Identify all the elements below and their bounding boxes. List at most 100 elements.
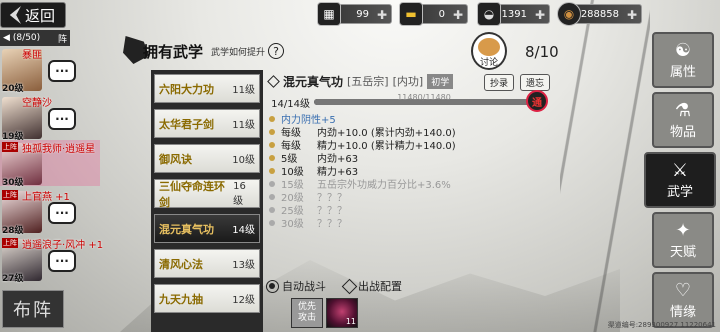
detail-actions: 抄录 遗忘 bbox=[483, 74, 550, 91]
channel-id: 渠道编号:289300927 11220641 bbox=[607, 321, 716, 329]
formation-label: 布阵 bbox=[13, 300, 53, 321]
skill-name: 三仙夺命连环剑 bbox=[159, 179, 225, 209]
list-item[interactable]: 三仙夺命连环剑 16级 bbox=[154, 179, 260, 209]
bullet-icon bbox=[269, 141, 275, 148]
bamboo-decoration bbox=[560, 0, 650, 332]
nav-item[interactable]: ⚗ 物品 bbox=[652, 92, 714, 148]
back-button[interactable]: 返回 bbox=[0, 2, 66, 28]
team-member[interactable]: 上阵 独孤我师·逍遥星 30级 bbox=[0, 140, 100, 188]
team-badge: 阵 bbox=[57, 34, 67, 45]
skill-slot[interactable]: 11 bbox=[326, 298, 358, 328]
skill-list[interactable]: 六阳大力功 11级 太华君子剑 11级 御风诀 10级 三仙夺命连环剑 16级 混元真气… bbox=[151, 70, 263, 332]
gold-bar-icon: ▬ bbox=[399, 2, 423, 26]
skill-name: 太华君子剑 bbox=[159, 117, 214, 131]
resource-value: 0 bbox=[438, 8, 445, 20]
copy-button[interactable]: 抄录 bbox=[483, 74, 514, 91]
formation-button[interactable]: 布阵 bbox=[2, 290, 64, 328]
discuss-label: 讨论 bbox=[479, 58, 498, 68]
bullet-icon bbox=[269, 219, 275, 226]
auto-battle-toggle[interactable]: 自动战斗 bbox=[266, 278, 326, 294]
martial-arts-panel: 拥有武学 武学如何提升 ? 讨论 8/10 六阳大力功 11级 太华君子剑 11级 … bbox=[123, 30, 570, 332]
attribute-label: 30级 bbox=[281, 219, 304, 230]
upgrade-hint[interactable]: 武学如何提升 bbox=[211, 45, 265, 58]
skill-level: 12级 bbox=[232, 295, 255, 306]
level-row: 14/14级 11480/11480 通 bbox=[266, 90, 560, 112]
skill-name: 九天九抽 bbox=[159, 292, 203, 306]
nav-martial-arts[interactable]: ⚔ 武学 bbox=[644, 152, 716, 208]
add-icon[interactable]: ✚ bbox=[627, 8, 637, 22]
member-level: 20级 bbox=[2, 84, 24, 94]
skill-type: [内功] bbox=[392, 75, 424, 88]
skill-grade: 初学 bbox=[427, 73, 454, 89]
skill-count: 8/10 bbox=[525, 43, 559, 61]
back-arrow-icon bbox=[9, 6, 21, 24]
team-header: ◀ (8/50) 阵 bbox=[0, 30, 70, 46]
team-member[interactable]: 空静沙 19级 ··· bbox=[0, 94, 100, 142]
diamond-icon bbox=[341, 278, 358, 294]
bullet-icon bbox=[269, 180, 275, 187]
nav-label: 属性 bbox=[669, 65, 696, 80]
battle-options: 自动战斗 出战配置 bbox=[266, 278, 402, 294]
skill-level: 14级 bbox=[232, 225, 255, 236]
list-item[interactable]: 御风诀 10级 bbox=[154, 144, 260, 173]
help-icon[interactable]: ? bbox=[268, 43, 285, 59]
exp-text: 11480/11480 bbox=[397, 93, 451, 102]
team-member[interactable]: 上阵 上官燕 +1 28级 ··· bbox=[0, 188, 100, 236]
skill-level: 10级 bbox=[232, 155, 255, 166]
member-name: 逍遥浪子·风冲 +1 bbox=[22, 240, 104, 251]
bullet-icon bbox=[269, 154, 275, 161]
skill-sect: [五岳宗] bbox=[347, 75, 389, 88]
list-item[interactable]: 清风心法 13级 bbox=[154, 249, 260, 278]
deployed-tag: 上阵 bbox=[2, 190, 18, 200]
nav-label: 武学 bbox=[666, 185, 693, 200]
radio-icon bbox=[266, 279, 279, 293]
forget-button[interactable]: 遗忘 bbox=[519, 74, 550, 91]
resource-ticket[interactable]: ▦ 99 ✚ bbox=[317, 2, 392, 26]
diamond-icon bbox=[267, 74, 280, 88]
chat-bubble-icon[interactable]: ··· bbox=[48, 202, 76, 224]
silver-ingot-icon: ◒ bbox=[477, 2, 501, 26]
chat-bubble-icon[interactable]: ··· bbox=[48, 60, 76, 82]
add-icon[interactable]: ✚ bbox=[377, 8, 387, 22]
team-member[interactable]: 暴匪 20级 ··· bbox=[0, 46, 100, 94]
list-item-selected[interactable]: 混元真气功 14级 bbox=[154, 214, 260, 243]
skill-title: 混元真气功 bbox=[283, 74, 344, 89]
battle-config-button[interactable]: 出战配置 bbox=[341, 278, 402, 294]
attribute-icon: ☯ bbox=[674, 40, 692, 61]
team-member[interactable]: 上阵 逍遥浪子·风冲 +1 27级 ··· bbox=[0, 236, 104, 284]
team-expand-icon[interactable]: ◀ bbox=[3, 33, 10, 43]
nav-label: 天赋 bbox=[669, 245, 696, 260]
list-item[interactable]: 九天九抽 12级 bbox=[154, 284, 260, 313]
add-icon[interactable]: ✚ bbox=[453, 8, 463, 22]
chat-bubble-icon[interactable]: ··· bbox=[48, 108, 76, 130]
resource-silver[interactable]: ◒ 1391 ✚ bbox=[477, 2, 550, 26]
skill-detail: 混元真气功 [五岳宗] [内功] 初学 抄录 遗忘 14/14级 11480/1… bbox=[266, 72, 560, 330]
nav-attribute[interactable]: ☯ 属性 bbox=[652, 32, 714, 88]
add-icon[interactable]: ✚ bbox=[535, 8, 545, 22]
attribute-row: 30级 ？？？ bbox=[266, 216, 560, 230]
resource-value: 1391 bbox=[501, 8, 527, 20]
list-item[interactable]: 六阳大力功 11级 bbox=[154, 74, 260, 103]
battle-slots: 优先 攻击 11 bbox=[291, 298, 358, 328]
bullet-icon bbox=[269, 115, 275, 122]
skill-name: 御风诀 bbox=[159, 152, 192, 166]
list-item[interactable]: 太华君子剑 11级 bbox=[154, 109, 260, 138]
discuss-button[interactable]: 讨论 bbox=[471, 32, 507, 70]
member-name: 暴匪 bbox=[22, 50, 42, 61]
priority-attack-slot[interactable]: 优先 攻击 bbox=[291, 298, 323, 328]
talent-icon: ✦ bbox=[675, 220, 691, 241]
nav-talent[interactable]: ✦ 天赋 bbox=[652, 212, 714, 268]
chat-bubble-icon[interactable]: ··· bbox=[48, 250, 76, 272]
member-level: 30级 bbox=[2, 178, 24, 188]
slot-level: 11 bbox=[345, 317, 356, 326]
auto-battle-label: 自动战斗 bbox=[282, 280, 326, 293]
resource-copper[interactable]: ◉ 288858 ✚ bbox=[557, 2, 642, 26]
mastery-badge[interactable]: 通 bbox=[526, 90, 548, 112]
skill-name: 混元真气功 bbox=[159, 222, 214, 236]
resource-gold[interactable]: ▬ 0 ✚ bbox=[399, 2, 468, 26]
resource-value: 99 bbox=[356, 8, 369, 20]
panel-title: 拥有武学 bbox=[143, 42, 204, 61]
skill-name: 清风心法 bbox=[159, 257, 203, 271]
dog-mascot-icon bbox=[478, 38, 500, 56]
bullet-icon bbox=[269, 128, 275, 135]
